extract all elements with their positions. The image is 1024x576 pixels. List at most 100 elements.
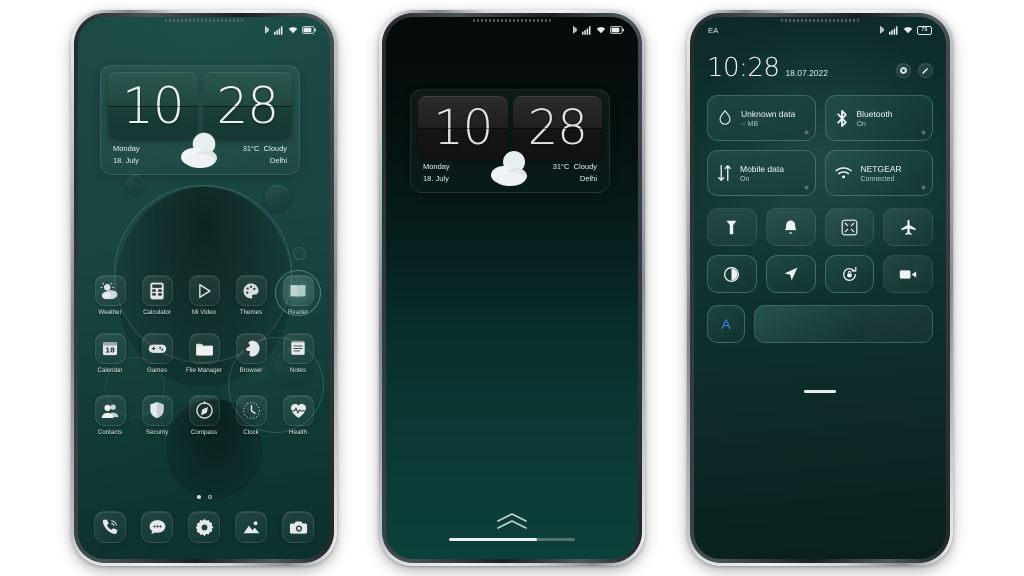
earpiece-speaker: [161, 17, 247, 23]
app-notes[interactable]: Notes: [276, 332, 320, 375]
date-column: Monday 18. July: [113, 144, 140, 165]
page-dot-active[interactable]: [196, 495, 201, 499]
app-calculator[interactable]: Calculator: [135, 275, 179, 317]
qs-toggle-dark-mode[interactable]: [707, 255, 757, 293]
edit-button[interactable]: [918, 63, 933, 78]
qs-tile-bluetooth[interactable]: Bluetooth On: [824, 95, 933, 141]
brightness-slider[interactable]: [754, 305, 933, 343]
dock-gallery[interactable]: [229, 511, 273, 543]
app-label: Contacts: [97, 428, 123, 436]
app-label: Security: [145, 428, 169, 436]
data-drop-icon: [719, 110, 731, 125]
battery-icon: [610, 26, 624, 34]
app-label: Compass: [190, 428, 218, 436]
signal-icon: [274, 25, 283, 35]
app-label: Games: [147, 366, 167, 374]
message-icon: [149, 519, 165, 534]
app-file-manager[interactable]: File Manager: [182, 332, 226, 375]
flashlight-icon: [726, 220, 737, 234]
app-label: Notes: [289, 366, 307, 374]
earpiece-speaker: [777, 17, 863, 23]
phone-lock-screen: 10 28 Monday 18. July 31°C Cloudy Delhi: [379, 10, 645, 566]
bluetooth-icon: [573, 25, 578, 34]
app-tile: [188, 332, 220, 364]
notes-icon: [291, 340, 305, 356]
qs-tile-data-usage[interactable]: Unknown data -- MB: [707, 95, 816, 141]
app-contacts[interactable]: Contacts: [88, 394, 132, 437]
page-indicator[interactable]: [78, 495, 330, 499]
carrier-label: EA: [708, 25, 719, 35]
app-clock[interactable]: Clock: [229, 394, 273, 437]
app-tile: [235, 332, 267, 364]
app-mi-video[interactable]: Mi Video: [182, 275, 226, 317]
qs-toggle-flashlight[interactable]: [707, 208, 757, 246]
weather-column: 31°C Cloudy Delhi: [243, 144, 287, 165]
qs-toggle-ring[interactable]: [765, 208, 816, 246]
qs-toggle-screenshot[interactable]: [824, 208, 875, 246]
qs-toggle-auto-rotate[interactable]: [824, 255, 875, 293]
qs-toggle-screen-recorder[interactable]: [883, 255, 933, 293]
app-calendar[interactable]: 18 Calendar: [88, 332, 132, 375]
clock-weather-widget[interactable]: 10 28 Monday 18. July 31°C Cloudy Delhi: [410, 89, 610, 193]
app-health[interactable]: Health: [276, 394, 320, 437]
app-label: Reader: [287, 309, 309, 316]
qs-tile-subtitle: On: [740, 175, 750, 183]
app-tile: [141, 275, 173, 306]
dock-phone[interactable]: [88, 511, 132, 543]
partly-cloudy-icon: [181, 132, 217, 168]
clock-minutes: 28: [216, 77, 279, 135]
date-column: Monday 18. July: [423, 162, 450, 183]
book-icon: [290, 284, 306, 298]
app-themes[interactable]: Themes: [229, 275, 273, 317]
home-indicator[interactable]: [449, 538, 575, 541]
qs-tile-text: Unknown data -- MB: [741, 109, 795, 128]
play-icon: [199, 283, 211, 298]
weekday-label: Monday: [423, 161, 450, 171]
app-tile: [94, 275, 126, 306]
expand-icon[interactable]: [803, 185, 809, 190]
earpiece-speaker: [469, 17, 555, 23]
app-browser[interactable]: Browser: [229, 332, 273, 375]
temperature-condition: 31°C Cloudy: [552, 161, 597, 171]
rotate-lock-icon: [842, 266, 857, 281]
settings-gear-button[interactable]: [896, 63, 911, 78]
app-weather[interactable]: Weather: [88, 275, 132, 317]
qs-toggle-airplane-mode[interactable]: [883, 208, 933, 246]
qs-tile-wifi[interactable]: NETGEAR Connected: [824, 150, 933, 196]
app-reader[interactable]: Reader: [276, 275, 320, 317]
dock-settings[interactable]: [182, 511, 226, 543]
date-label: 18. July: [423, 173, 449, 183]
app-tile: [141, 511, 173, 543]
app-security[interactable]: Security: [135, 394, 179, 437]
double-chevron-up-icon[interactable]: [495, 512, 529, 530]
clock-hours: 10: [121, 77, 185, 135]
clock-icon: [242, 401, 260, 419]
dock-camera[interactable]: [276, 511, 320, 543]
video-icon: [899, 269, 917, 279]
qs-toggle-location[interactable]: [765, 255, 816, 293]
partly-cloudy-icon: [491, 151, 527, 186]
app-tile: [94, 394, 126, 426]
status-bar-icons: 75: [879, 25, 932, 35]
expand-icon[interactable]: [921, 185, 926, 190]
clock-weather-widget[interactable]: 10 28 Monday 18. July 31°C Cloudy Delhi: [100, 65, 300, 175]
qs-tile-subtitle: On: [856, 120, 866, 128]
app-compass[interactable]: Compass: [182, 394, 226, 437]
contrast-icon: [724, 266, 740, 282]
qs-tile-mobile-data[interactable]: Mobile data On: [707, 150, 816, 196]
expand-icon[interactable]: [921, 130, 926, 135]
app-games[interactable]: Games: [135, 332, 179, 375]
status-bar-icons: [572, 25, 624, 35]
phone-icon: [102, 519, 118, 535]
gamepad-icon: [148, 344, 166, 353]
expand-icon[interactable]: [803, 130, 809, 135]
app-tile: [235, 511, 267, 543]
weather-icon: [100, 282, 118, 299]
palette-icon: [243, 283, 259, 298]
wifi-icon: [903, 27, 913, 34]
battery-icon: 75: [917, 25, 932, 35]
app-tile: [282, 332, 314, 364]
qs-auto-brightness-button[interactable]: A: [707, 305, 745, 343]
dock-messages[interactable]: [135, 511, 179, 543]
page-dot[interactable]: [207, 495, 212, 499]
